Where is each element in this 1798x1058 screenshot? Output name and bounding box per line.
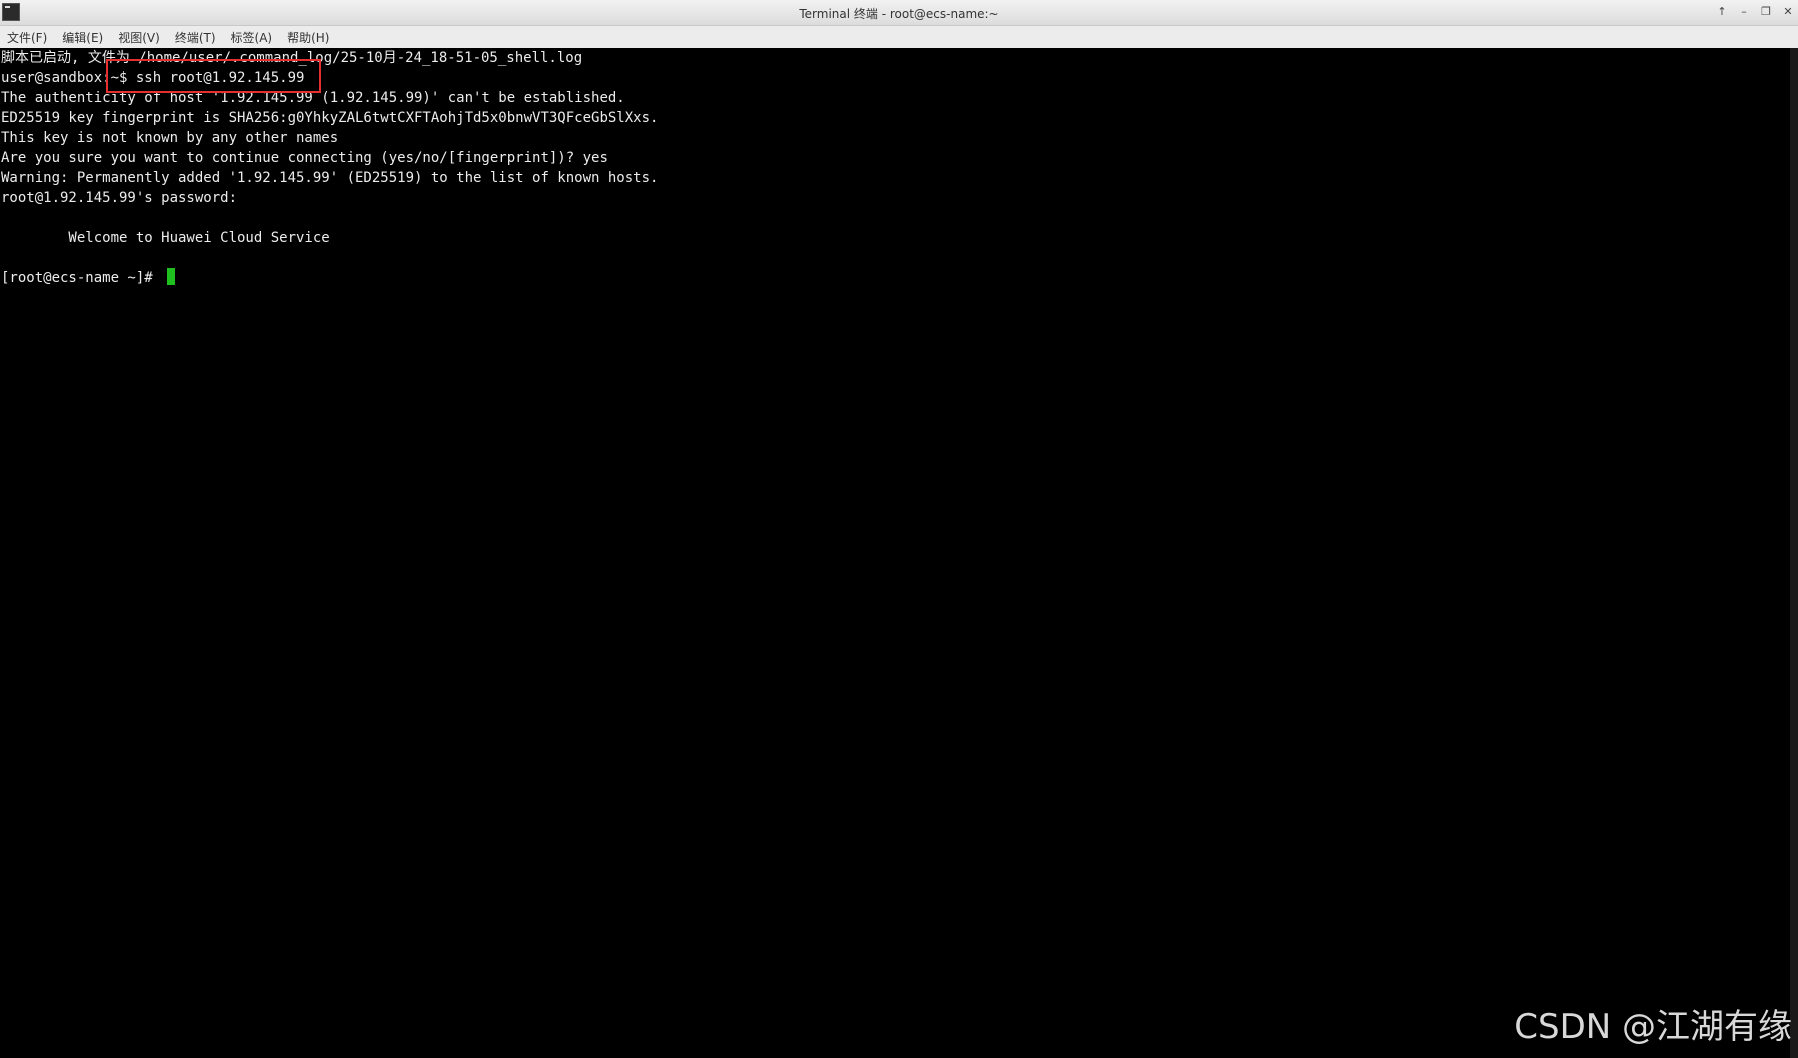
close-button[interactable]: ✕ [1778,3,1798,21]
terminal-cursor [167,268,176,285]
title-bar[interactable]: Terminal 终端 - root@ecs-name:~ ↑ – ❐ ✕ [0,0,1798,26]
terminal-window: Terminal 终端 - root@ecs-name:~ ↑ – ❐ ✕ 文件… [0,0,1798,1058]
menu-file[interactable]: 文件(F) [7,29,47,46]
terminal-scrollbar[interactable] [1790,48,1798,1058]
terminal-output[interactable]: 脚本已启动, 文件为 /home/user/.command_log/25-10… [0,48,1790,1058]
terminal-line-unknown-key: This key is not known by any other names [1,130,339,146]
keep-above-button[interactable]: ↑ [1712,3,1732,21]
terminal-prompt-line[interactable]: [root@ecs-name ~]# [1,268,176,288]
menu-bar: 文件(F) 编辑(E) 视图(V) 终端(T) 标签(A) 帮助(H) [0,26,1798,49]
menu-help[interactable]: 帮助(H) [287,29,329,46]
window-controls: ↑ – ❐ ✕ [1712,3,1798,21]
menu-view[interactable]: 视图(V) [118,29,160,46]
csdn-watermark: CSDN @江湖有缘 [1514,1007,1792,1047]
terminal-line-warning: Warning: Permanently added '1.92.145.99'… [1,170,659,186]
terminal-line-welcome: Welcome to Huawei Cloud Service [1,230,330,246]
terminal-line-password: root@1.92.145.99's password: [1,190,238,206]
terminal-prompt: [root@ecs-name ~]# [1,270,162,286]
window-title: Terminal 终端 - root@ecs-name:~ [799,7,999,21]
menu-terminal[interactable]: 终端(T) [175,29,216,46]
maximize-button[interactable]: ❐ [1756,3,1776,21]
terminal-line-confirm: Are you sure you want to continue connec… [1,150,608,166]
menu-tabs[interactable]: 标签(A) [231,29,273,46]
menu-edit[interactable]: 编辑(E) [62,29,103,46]
terminal-line-fingerprint: ED25519 key fingerprint is SHA256:g0Yhky… [1,110,659,126]
red-highlight-box [106,59,321,93]
minimize-button[interactable]: – [1734,3,1754,21]
